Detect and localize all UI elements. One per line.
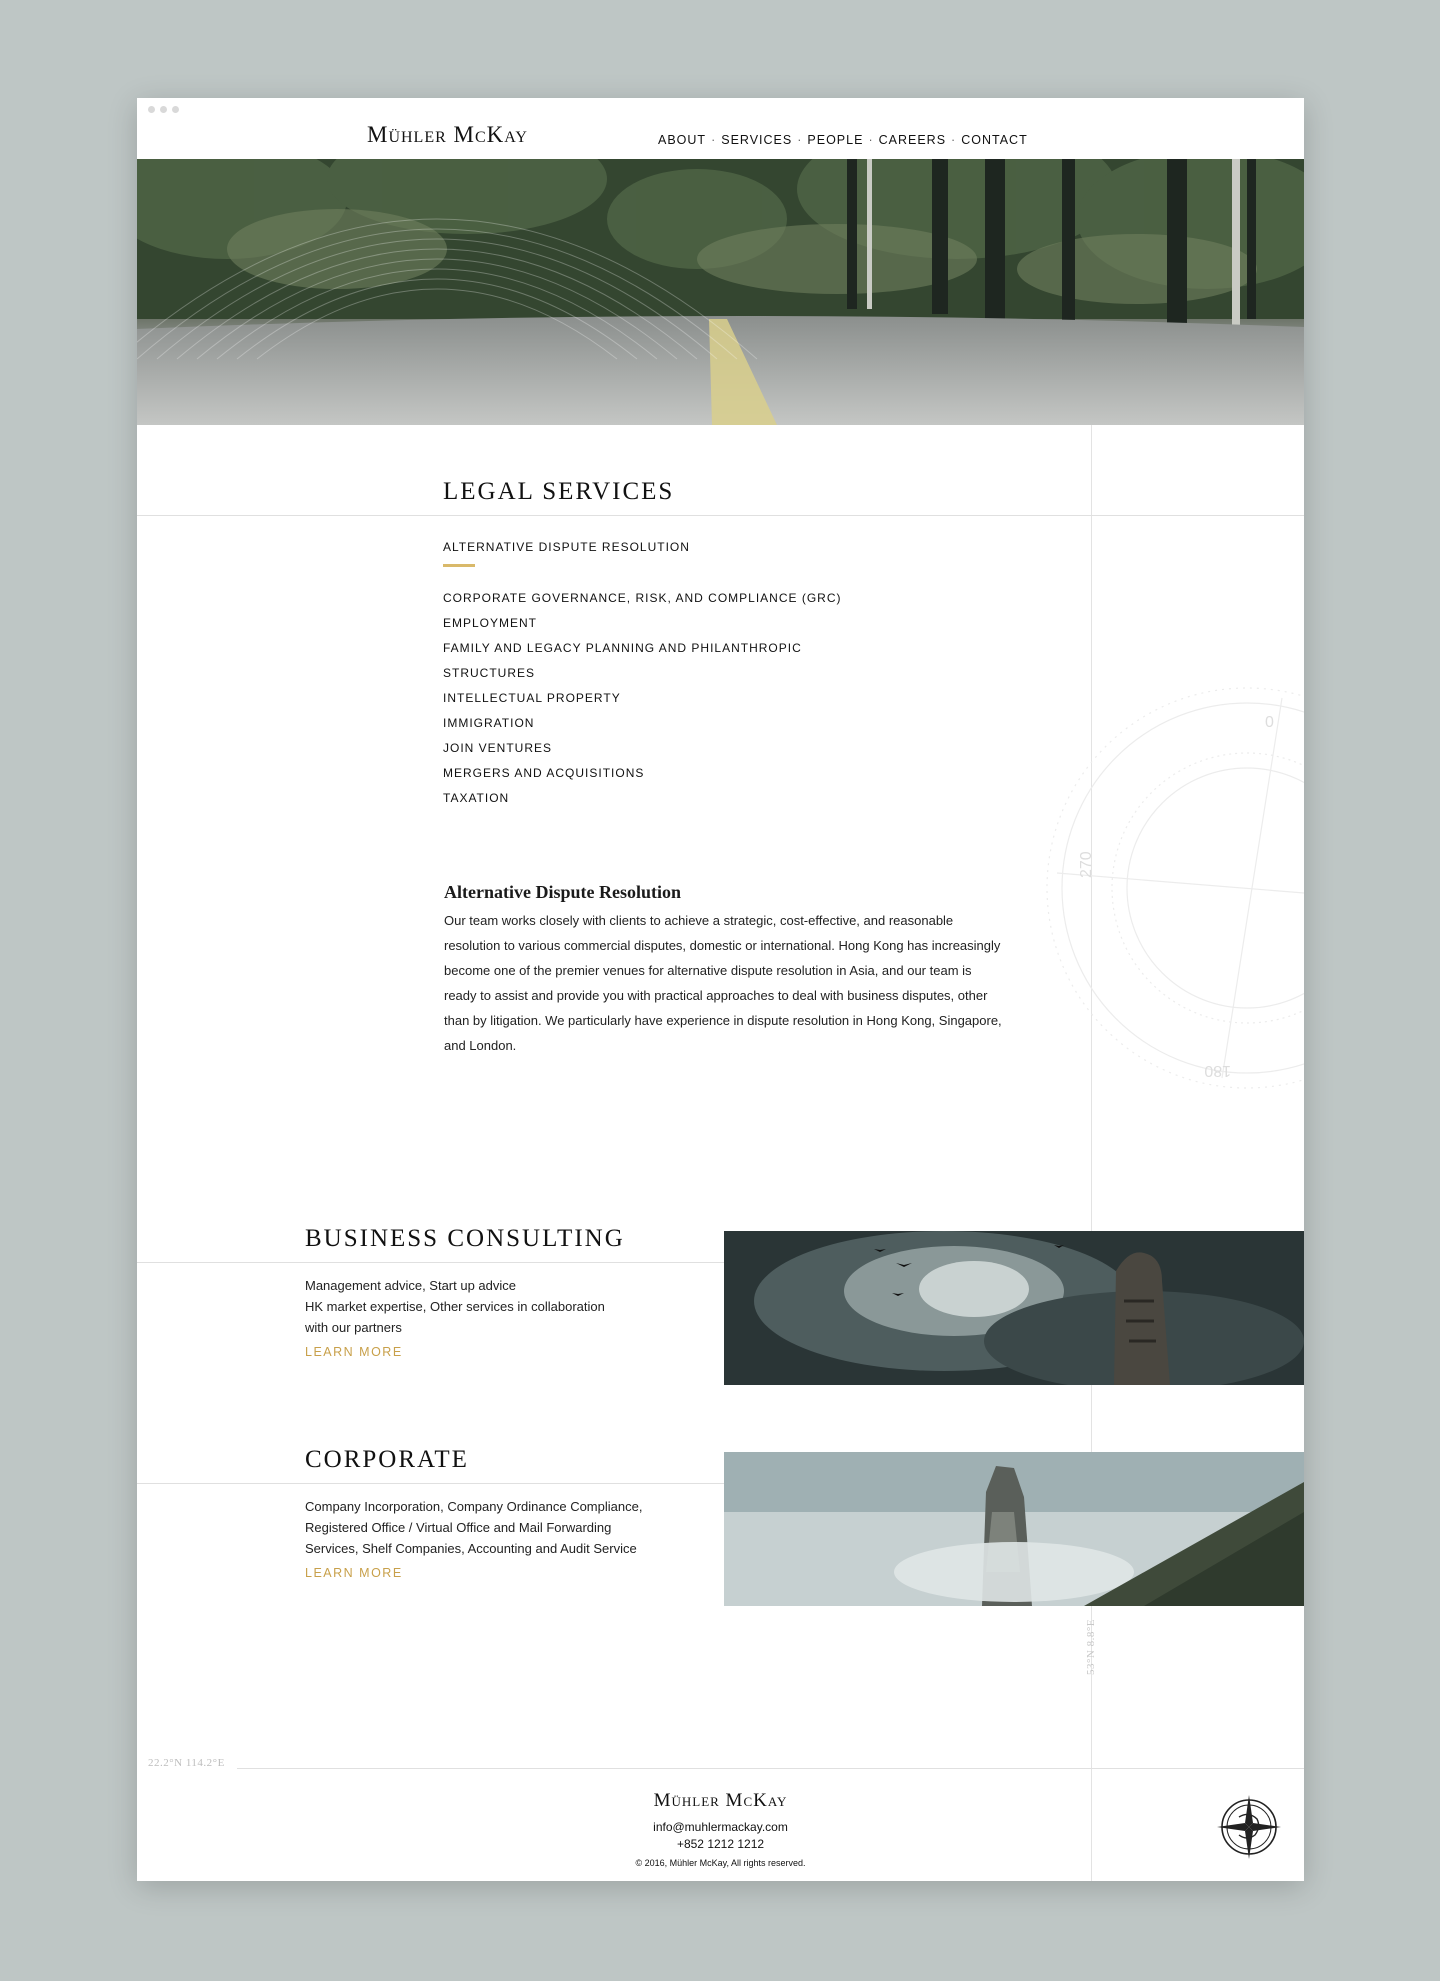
- footer-phone[interactable]: +852 1212 1212: [137, 1837, 1304, 1851]
- business-consulting-description: Management advice, Start up advice HK ma…: [305, 1275, 605, 1338]
- compass-mark-s: 180: [1204, 1062, 1231, 1079]
- service-item-mna[interactable]: MERGERS AND ACQUISITIONS: [443, 761, 842, 786]
- corporate-description: Company Incorporation, Company Ordinance…: [305, 1496, 642, 1559]
- compass-rose-decoration: 0 270 180: [1046, 687, 1304, 1089]
- nav-separator: ·: [711, 133, 717, 147]
- divider-line: [137, 515, 1304, 516]
- description-line: Management advice, Start up advice: [305, 1278, 517, 1293]
- hero-road-illustration: [137, 159, 1304, 425]
- corporate-learn-more-link[interactable]: LEARN MORE: [305, 1566, 403, 1580]
- active-underline: [443, 564, 475, 567]
- service-item-joint-ventures[interactable]: JOIN VENTURES: [443, 736, 842, 761]
- nav-careers[interactable]: CAREERS: [879, 133, 946, 147]
- footer-logo[interactable]: Mühler McKay: [137, 1790, 1304, 1812]
- description-line: HK market expertise, Other services in c…: [305, 1299, 605, 1314]
- divider-line: [237, 1768, 1304, 1769]
- service-list: CORPORATE GOVERNANCE, RISK, AND COMPLIAN…: [443, 586, 842, 811]
- window-dot[interactable]: [172, 106, 179, 113]
- main-nav: ABOUT · SERVICES · PEOPLE · CAREERS · CO…: [658, 133, 1028, 162]
- nav-services[interactable]: SERVICES: [721, 133, 792, 162]
- description-line: with our partners: [305, 1320, 402, 1335]
- description-line: Registered Office / Virtual Office and M…: [305, 1520, 612, 1535]
- service-item-grc[interactable]: CORPORATE GOVERNANCE, RISK, AND COMPLIAN…: [443, 586, 842, 611]
- business-consulting-title: BUSINESS CONSULTING: [305, 1225, 625, 1252]
- nav-separator: ·: [951, 133, 957, 147]
- coordinates-vertical: 53°N 8.8°E: [1085, 1619, 1097, 1675]
- service-item-ip[interactable]: INTELLECTUAL PROPERTY: [443, 686, 842, 711]
- browser-window: Mühler McKay ABOUT · SERVICES · PEOPLE ·…: [137, 98, 1304, 1881]
- compass-logo-icon: [1217, 1795, 1281, 1859]
- nav-separator: ·: [868, 133, 874, 147]
- window-controls: [148, 106, 179, 113]
- compass-mark-n: 0: [1265, 714, 1274, 731]
- nav-separator: ·: [797, 133, 803, 147]
- window-dot[interactable]: [148, 106, 155, 113]
- corporate-title: CORPORATE: [305, 1446, 469, 1473]
- service-item-family-legacy[interactable]: FAMILY AND LEGACY PLANNING AND PHILANTHR…: [443, 636, 842, 661]
- service-item-active[interactable]: ALTERNATIVE DISPUTE RESOLUTION: [443, 540, 690, 554]
- nav-contact[interactable]: CONTACT: [961, 133, 1028, 147]
- nav-about[interactable]: ABOUT: [658, 133, 706, 147]
- compass-mark-w: 270: [1078, 851, 1095, 878]
- divider-line: [137, 1262, 724, 1263]
- divider-line: [137, 1483, 724, 1484]
- legal-services-title: LEGAL SERVICES: [443, 478, 675, 505]
- description-line: Company Incorporation, Company Ordinance…: [305, 1499, 643, 1514]
- business-consulting-image: [724, 1231, 1304, 1385]
- coordinates-left: 22.2°N 114.2°E: [148, 1757, 225, 1769]
- service-item-employment[interactable]: EMPLOYMENT: [443, 611, 842, 636]
- service-item-taxation[interactable]: TAXATION: [443, 786, 842, 811]
- nav-people[interactable]: PEOPLE: [807, 133, 863, 147]
- hero-image: [137, 159, 1304, 425]
- service-item-immigration[interactable]: IMMIGRATION: [443, 711, 842, 736]
- corporate-image: [724, 1452, 1304, 1606]
- footer-copyright: © 2016, Mühler McKay, All rights reserve…: [635, 1858, 806, 1868]
- service-detail-title: Alternative Dispute Resolution: [444, 882, 681, 902]
- service-detail-body: Our team works closely with clients to a…: [444, 913, 1002, 1053]
- description-line: Services, Shelf Companies, Accounting an…: [305, 1541, 637, 1556]
- window-dot[interactable]: [160, 106, 167, 113]
- misty-mountain-illustration: [724, 1452, 1304, 1606]
- storm-totem-illustration: [724, 1231, 1304, 1385]
- footer-email[interactable]: info@muhlermackay.com: [137, 1820, 1304, 1834]
- service-item-structures[interactable]: STRUCTURES: [443, 661, 842, 686]
- brand-logo[interactable]: Mühler McKay: [367, 122, 528, 148]
- business-learn-more-link[interactable]: LEARN MORE: [305, 1345, 403, 1359]
